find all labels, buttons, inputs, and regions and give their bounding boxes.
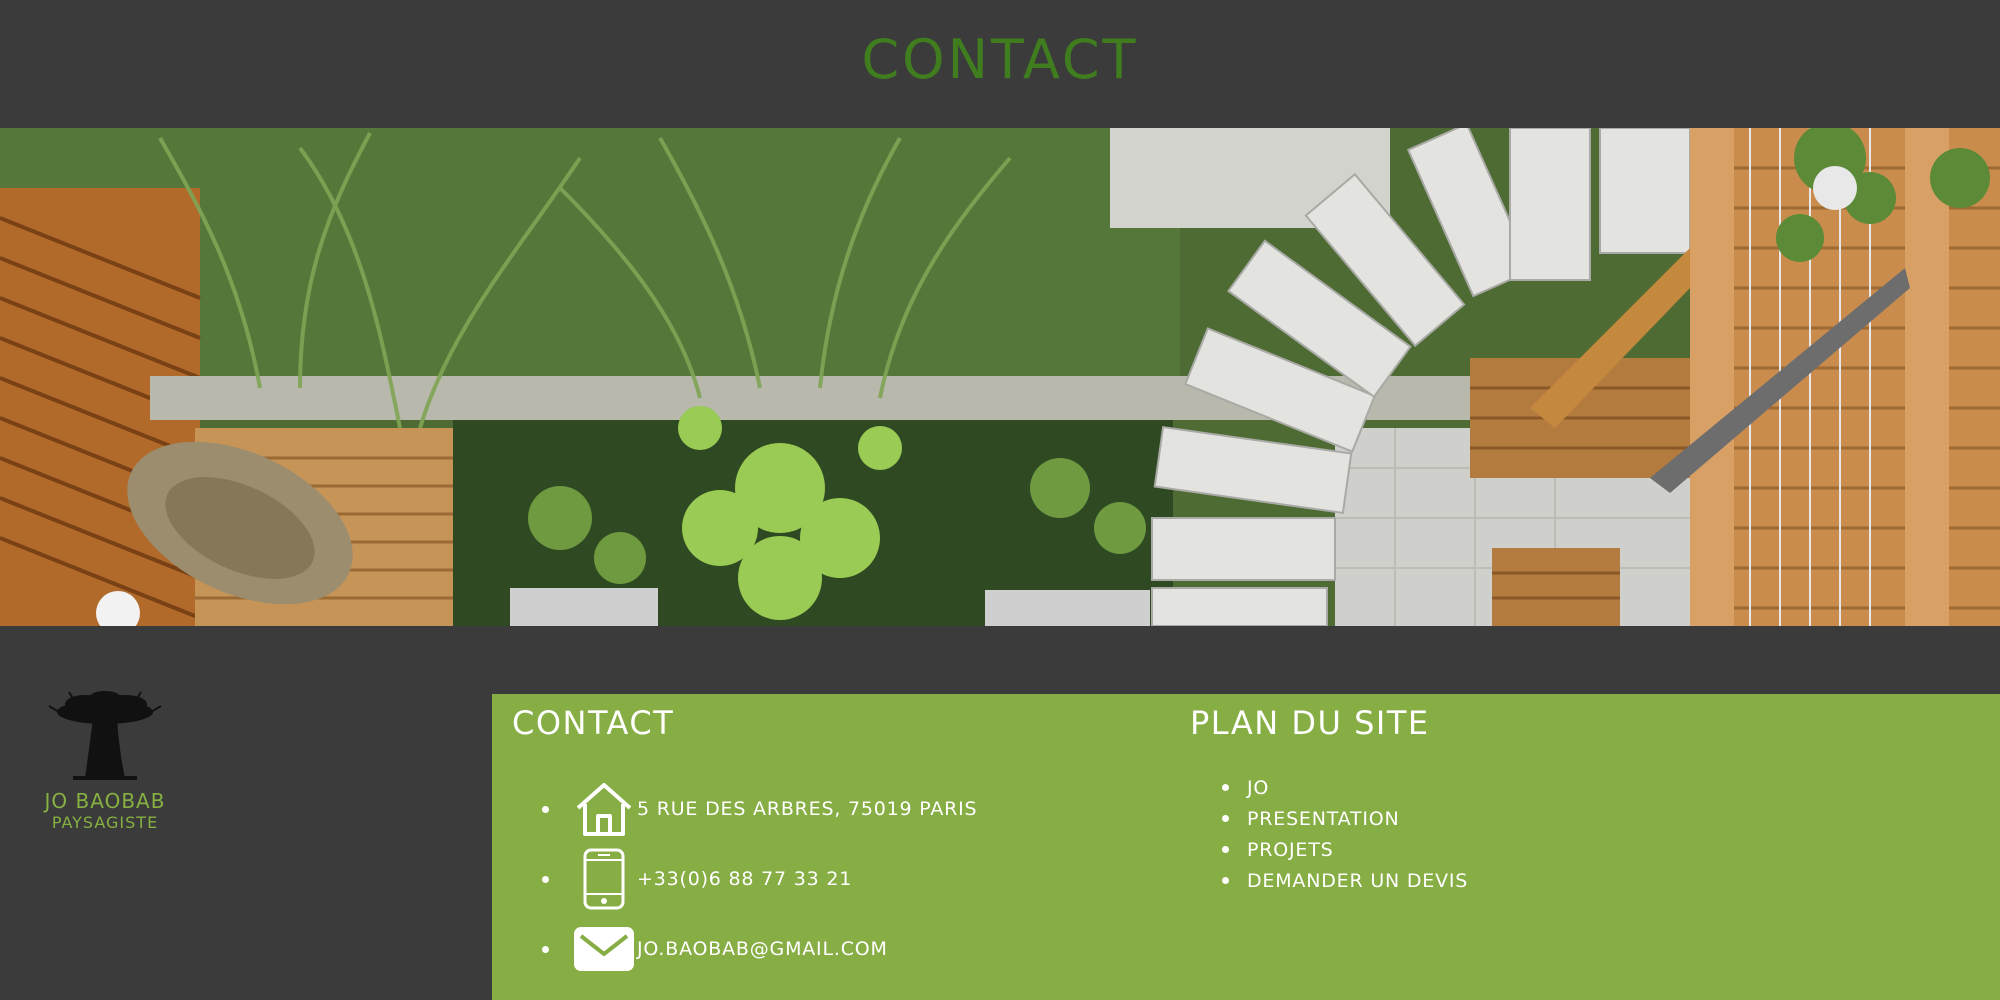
page-title: CONTACT: [861, 27, 1139, 91]
baobab-tree-icon: [48, 691, 162, 780]
sitemap-item-jo: JO: [1222, 772, 1468, 803]
bullet: [542, 945, 549, 953]
contact-phone: +33(0)6 88 77 33 21: [542, 844, 977, 914]
bullet: [1222, 877, 1229, 884]
logo-tagline: PAYSAGISTE: [51, 813, 159, 832]
house-icon: [571, 778, 637, 840]
contact-phone-text[interactable]: +33(0)6 88 77 33 21: [637, 868, 852, 890]
sitemap-item-devis: DEMANDER UN DEVIS: [1222, 865, 1468, 896]
sitemap-list: JO PRESENTATION PROJETS DEMANDER UN DEVI…: [1222, 772, 1468, 896]
phone-icon: [571, 848, 637, 910]
contact-email: JO.BAOBAB@GMAIL.COM: [542, 914, 977, 984]
sitemap-link-jo[interactable]: JO: [1247, 777, 1269, 799]
contact-email-text[interactable]: JO.BAOBAB@GMAIL.COM: [637, 938, 888, 960]
bullet: [542, 875, 549, 883]
contact-address: 5 RUE DES ARBRES, 75019 PARIS: [542, 774, 977, 844]
bullet: [1222, 784, 1229, 791]
contact-list: 5 RUE DES ARBRES, 75019 PARIS +33(0)6 88…: [542, 774, 977, 984]
bullet: [542, 805, 549, 813]
sitemap-link-devis[interactable]: DEMANDER UN DEVIS: [1247, 870, 1468, 892]
sitemap-item-presentation: PRESENTATION: [1222, 803, 1468, 834]
bullet: [1222, 846, 1229, 853]
logo[interactable]: JO BAOBAB PAYSAGISTE: [30, 690, 180, 850]
sitemap-link-projets[interactable]: PROJETS: [1247, 839, 1334, 861]
header-bar: CONTACT: [0, 0, 2000, 128]
footer-panel: CONTACT 5 RUE DES ARBRES, 75019 PARIS +3…: [492, 694, 2000, 1000]
sitemap-link-presentation[interactable]: PRESENTATION: [1247, 808, 1400, 830]
hero-garden-image: [0, 128, 2000, 626]
sitemap-item-projets: PROJETS: [1222, 834, 1468, 865]
logo-name: JO BAOBAB: [44, 789, 166, 813]
bullet: [1222, 815, 1229, 822]
contact-title: CONTACT: [512, 704, 675, 742]
sitemap-title: PLAN DU SITE: [1190, 704, 1430, 742]
mail-icon: [571, 918, 637, 980]
contact-address-text[interactable]: 5 RUE DES ARBRES, 75019 PARIS: [637, 798, 977, 820]
